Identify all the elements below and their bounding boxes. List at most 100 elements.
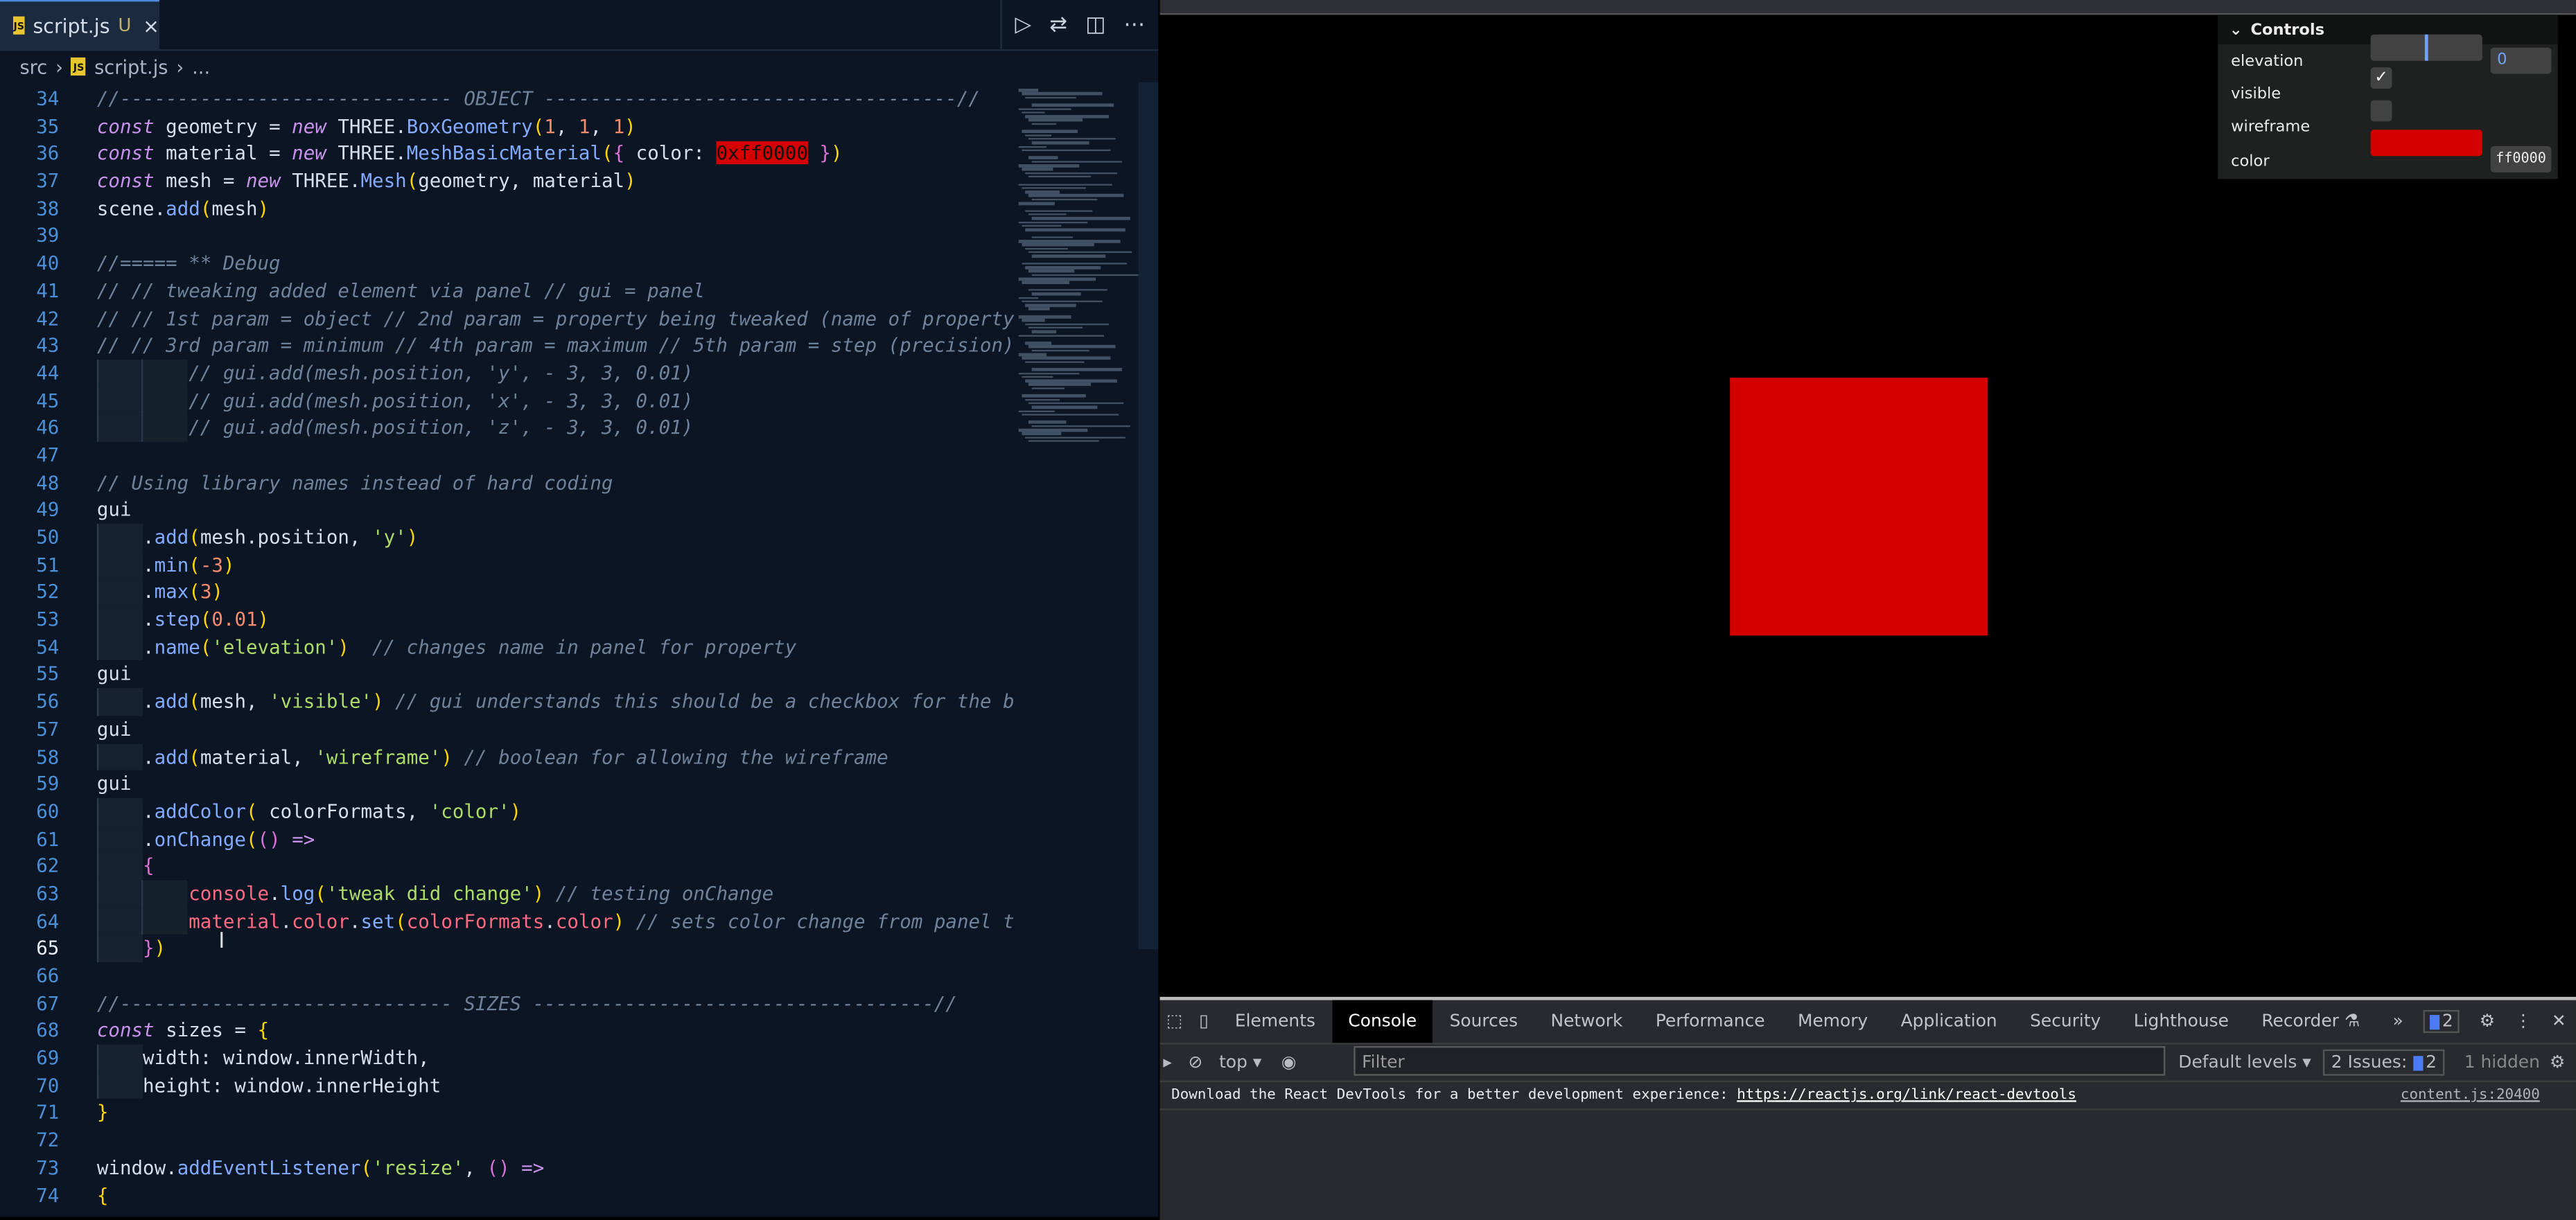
code-line[interactable]: 52 .max(3) bbox=[0, 578, 1015, 606]
code-line[interactable]: 60 .addColor( colorFormats, 'color') bbox=[0, 797, 1015, 826]
code-line[interactable]: 74 { bbox=[0, 1182, 1015, 1210]
devtools-tab-console[interactable]: Console bbox=[1331, 1000, 1433, 1043]
code-line[interactable]: 43 // // 3rd param = minimum // 4th param… bbox=[0, 332, 1015, 360]
code-token: mesh.position, bbox=[200, 525, 373, 549]
code-line[interactable]: 57 gui bbox=[0, 716, 1015, 743]
code-line[interactable]: 46 // gui.add(mesh.position, 'z', - 3, 3… bbox=[0, 414, 1015, 442]
devtools-tab-lighthouse[interactable]: Lighthouse bbox=[2117, 1000, 2245, 1043]
devtools-tab-elements[interactable]: Elements bbox=[1218, 1000, 1331, 1043]
breadcrumb-file[interactable]: script.js bbox=[94, 55, 168, 78]
code-line[interactable]: 66 bbox=[0, 962, 1015, 990]
code-token: // gui.add(mesh.position, 'x', - 3, 3, 0… bbox=[96, 388, 694, 412]
line-number: 64 bbox=[36, 909, 60, 932]
close-tab-icon[interactable]: × bbox=[143, 14, 159, 37]
code-area[interactable]: 34 //----------------------------- OBJECT… bbox=[0, 85, 1015, 1217]
minimap-line bbox=[1025, 191, 1060, 193]
code-line[interactable]: 41 // // tweaking added element via panel… bbox=[0, 277, 1015, 305]
code-line[interactable]: 37 const mesh = new THREE.Mesh(geometry, … bbox=[0, 168, 1015, 195]
code-line[interactable]: 55 gui bbox=[0, 661, 1015, 689]
breadcrumb-more[interactable]: ... bbox=[192, 55, 210, 78]
slider-handle[interactable] bbox=[2424, 34, 2428, 61]
devtools-tab-security[interactable]: Security bbox=[2013, 1000, 2117, 1043]
code-line[interactable]: 34 //----------------------------- OBJECT… bbox=[0, 85, 1015, 113]
eye-icon[interactable]: ◉ bbox=[1281, 1052, 1297, 1072]
code-token: , bbox=[555, 114, 579, 138]
code-line[interactable]: 51 .min(-3) bbox=[0, 551, 1015, 579]
devtools-tab-application[interactable]: Application bbox=[1884, 1000, 2013, 1043]
issues-button[interactable]: 2 Issues: 2 bbox=[2322, 1049, 2445, 1076]
console-settings-icon[interactable]: ⚙ bbox=[2550, 1052, 2565, 1072]
devtools-tab-network[interactable]: Network bbox=[1534, 1000, 1639, 1043]
close-devtools-icon[interactable]: ✕ bbox=[2552, 1011, 2566, 1031]
editor-scrollbar[interactable] bbox=[1138, 82, 1159, 1217]
tab-script-js[interactable]: JS script.js U × bbox=[0, 0, 159, 50]
code-line[interactable]: 38 scene.add(mesh) bbox=[0, 195, 1015, 222]
compare-changes-icon[interactable]: ⇄ bbox=[1049, 12, 1067, 37]
code-line[interactable]: 65 }) bbox=[0, 935, 1015, 963]
color-hex-input[interactable]: ff0000 bbox=[2490, 145, 2552, 173]
minimap-line bbox=[1031, 349, 1089, 352]
code-line[interactable]: 35 const geometry = new THREE.BoxGeometry… bbox=[0, 113, 1015, 141]
more-actions-icon[interactable]: ⋯ bbox=[1123, 12, 1145, 37]
code-line[interactable]: 48 // Using library names instead of hard… bbox=[0, 469, 1015, 497]
inspect-icon[interactable]: ⬚ bbox=[1160, 1000, 1189, 1043]
sidebar-toggle-icon[interactable]: ▸ bbox=[1163, 1052, 1172, 1072]
elevation-slider[interactable] bbox=[2370, 34, 2482, 61]
wireframe-label: wireframe bbox=[2231, 117, 2311, 136]
code-line[interactable]: 56 .add(mesh, 'visible') // gui understa… bbox=[0, 688, 1015, 716]
code-line[interactable]: 71} bbox=[0, 1099, 1015, 1127]
minimap-line bbox=[1022, 300, 1103, 303]
code-line[interactable]: 58 .add(material, 'wireframe') // boolea… bbox=[0, 743, 1015, 771]
code-line[interactable]: 54 .name('elevation') // changes name in… bbox=[0, 633, 1015, 661]
code-line[interactable]: 44 // gui.add(mesh.position, 'y', - 3, 3… bbox=[0, 359, 1015, 387]
wireframe-checkbox[interactable] bbox=[2370, 100, 2392, 122]
filter-input[interactable]: Filter bbox=[1353, 1046, 2166, 1076]
code-token: . bbox=[96, 553, 155, 576]
settings-icon[interactable]: ⚙ bbox=[2480, 1011, 2495, 1031]
code-token: 1 bbox=[613, 114, 625, 138]
code-token: // testing onChange bbox=[544, 881, 774, 905]
code-line[interactable]: 36 const material = new THREE.MeshBasicMa… bbox=[0, 140, 1015, 168]
code-line[interactable]: 53 .step(0.01) bbox=[0, 605, 1015, 634]
kebab-menu-icon[interactable]: ⋮ bbox=[2514, 1011, 2532, 1031]
devtools-tab-memory[interactable]: Memory bbox=[1781, 1000, 1884, 1043]
scrollbar-thumb[interactable] bbox=[1138, 82, 1159, 950]
devtools-link[interactable]: https://reactjs.org/link/react-devtools bbox=[1737, 1087, 2076, 1104]
code-line[interactable]: 72 bbox=[0, 1126, 1015, 1154]
message-source-link[interactable]: content.js:20400 bbox=[2401, 1084, 2540, 1109]
code-line[interactable]: 40 //===== ** Debug bbox=[0, 250, 1015, 278]
breadcrumb-folder[interactable]: src bbox=[19, 55, 47, 78]
issues-badge[interactable]: 2 bbox=[2422, 1009, 2460, 1034]
code-line[interactable]: 61 .onChange(() => bbox=[0, 825, 1015, 853]
context-select[interactable]: top ▾ bbox=[1219, 1052, 1261, 1072]
clear-console-icon[interactable]: ⊘ bbox=[1189, 1052, 1203, 1072]
elevation-input[interactable]: 0 bbox=[2490, 47, 2552, 74]
device-toolbar-icon[interactable]: ▯ bbox=[1189, 1000, 1218, 1043]
code-line[interactable]: 50 .add(mesh.position, 'y') bbox=[0, 524, 1015, 551]
code-token: ) bbox=[830, 141, 843, 165]
code-line[interactable]: 39 bbox=[0, 222, 1015, 250]
code-line[interactable]: 62 { bbox=[0, 852, 1015, 881]
color-swatch[interactable] bbox=[2370, 130, 2482, 157]
devtools-tab-recorder[interactable]: Recorder ⚗ bbox=[2245, 1000, 2376, 1043]
devtools-tab-sources[interactable]: Sources bbox=[1433, 1000, 1534, 1043]
split-editor-icon[interactable]: ◫ bbox=[1085, 12, 1105, 37]
log-levels-select[interactable]: Default levels ▾ bbox=[2178, 1052, 2311, 1072]
code-line[interactable]: 47 bbox=[0, 442, 1015, 470]
code-line[interactable]: 70 height: window.innerHeight bbox=[0, 1072, 1015, 1099]
code-line[interactable]: 73 window.addEventListener('resize', () =… bbox=[0, 1154, 1015, 1182]
code-line[interactable]: 68 const sizes = { bbox=[0, 1017, 1015, 1045]
devtools-tab-performance[interactable]: Performance bbox=[1639, 1000, 1781, 1043]
code-line[interactable]: 69 width: window.innerWidth, bbox=[0, 1044, 1015, 1072]
code-line[interactable]: 64 material.color.set(colorFormats.color… bbox=[0, 907, 1015, 935]
code-line[interactable]: 45 // gui.add(mesh.position, 'x', - 3, 3… bbox=[0, 387, 1015, 414]
run-icon[interactable]: ▷ bbox=[1015, 12, 1031, 37]
code-line[interactable]: 59 gui bbox=[0, 770, 1015, 798]
minimap[interactable] bbox=[1015, 82, 1139, 1217]
code-line[interactable]: 42 // // 1st param = object // 2nd param … bbox=[0, 305, 1015, 333]
visible-checkbox[interactable]: ✓ bbox=[2370, 67, 2392, 89]
code-line[interactable]: 63 console.log('tweak did change') // te… bbox=[0, 880, 1015, 908]
code-line[interactable]: 67 //----------------------------- SIZES … bbox=[0, 990, 1015, 1018]
code-line[interactable]: 49 gui bbox=[0, 497, 1015, 524]
more-tabs-icon[interactable]: » bbox=[2376, 1000, 2420, 1043]
